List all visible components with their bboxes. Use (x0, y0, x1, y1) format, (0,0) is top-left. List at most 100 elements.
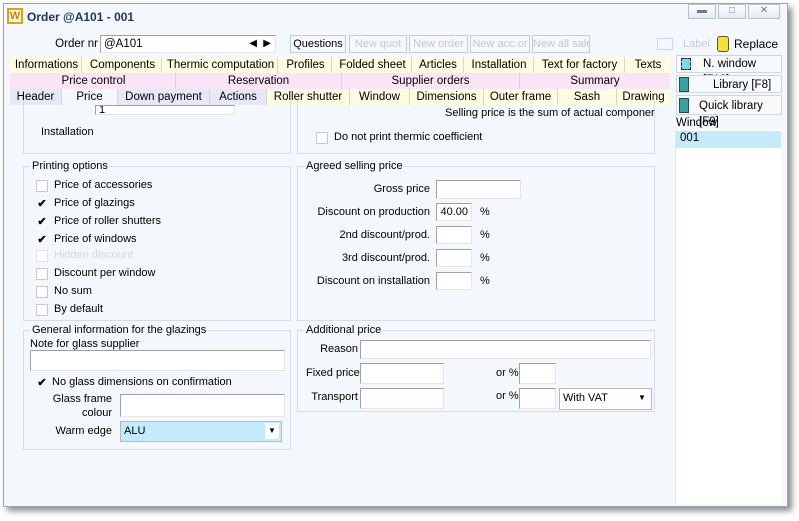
transport-label: Transport (311, 391, 358, 403)
printing-option-label: By default (54, 303, 103, 315)
printing-option-label: No sum (54, 285, 92, 297)
replace-button[interactable]: Replace (734, 37, 778, 51)
printing-option-checkbox[interactable] (36, 286, 48, 298)
printing-option-checkbox[interactable]: ✔ (36, 234, 48, 246)
agreed-selling-price-title: Agreed selling price (304, 160, 405, 172)
printing-option-label: Price of accessories (54, 179, 153, 191)
partial-combo[interactable]: 1 (95, 105, 235, 115)
quick-library-icon (679, 98, 689, 113)
questions-button[interactable]: Questions (290, 35, 346, 53)
app-icon: W (7, 8, 23, 24)
tab-folded-sheet[interactable]: Folded sheet (334, 57, 412, 73)
warm-edge-select[interactable]: ALU ▼ (120, 421, 282, 442)
printing-option-checkbox[interactable] (36, 250, 48, 262)
new-quot-button[interactable]: New quot (349, 35, 407, 53)
chevron-down-icon[interactable]: ▼ (635, 390, 649, 406)
new-window-icon (681, 58, 691, 70)
fixed-price-label: Fixed price (306, 367, 360, 379)
tab-price-control[interactable]: Price control (12, 73, 176, 89)
next-arrow-icon[interactable]: ▶ (263, 37, 271, 51)
glass-frame-colour-label-1: Glass frame (52, 393, 112, 405)
window-list-header: Window (676, 117, 717, 129)
previous-arrow-icon[interactable]: ◀ (249, 37, 257, 51)
printing-options-title: Printing options (30, 160, 110, 172)
discount-input[interactable] (436, 272, 472, 290)
tab-installation[interactable]: Installation (465, 57, 534, 73)
quick-library-button[interactable]: Quick library [F9] (676, 95, 782, 128)
printing-option-label: Price of windows (54, 233, 137, 245)
no-glass-dims-label: No glass dimensions on confirmation (52, 376, 232, 388)
percent-unit: % (480, 206, 490, 218)
window-list-item[interactable]: 001 (676, 131, 781, 148)
tab-supplier-orders[interactable]: Supplier orders (342, 73, 520, 89)
selling-sum-label[interactable]: Selling price is the sum of actual compo… (445, 107, 655, 119)
percent-unit: % (480, 275, 490, 287)
printing-option-checkbox[interactable] (36, 304, 48, 316)
tab-informations[interactable]: Informations (12, 57, 82, 73)
printing-option-checkbox[interactable]: ✔ (36, 198, 48, 210)
glazing-info-title: General information for the glazings (30, 324, 209, 336)
printing-option-label: Price of glazings (54, 197, 135, 209)
replace-icon (717, 36, 729, 52)
discount-input[interactable] (436, 249, 472, 267)
discount-label: Discount on installation (316, 275, 430, 287)
fixed-percent-input[interactable] (519, 363, 556, 384)
tab-articles[interactable]: Articles (413, 57, 464, 73)
tab-summary[interactable]: Summary (520, 73, 670, 89)
tab-thermic-computation[interactable]: Thermic computation (164, 57, 278, 73)
fixed-price-input[interactable] (360, 363, 444, 384)
vat-select[interactable]: With VAT ▼ (559, 388, 652, 410)
printing-option-label: Discount per window (54, 267, 156, 279)
transport-percent-input[interactable] (519, 388, 556, 409)
tab-text-for-factory[interactable]: Text for factory (535, 57, 625, 73)
printing-option-label: Hidden discount (54, 249, 133, 261)
window-list (675, 130, 782, 504)
label-icon (657, 38, 673, 50)
tab-texts[interactable]: Texts (626, 57, 670, 73)
gross-price-input[interactable] (436, 180, 521, 199)
reason-input[interactable] (360, 340, 651, 359)
printing-option-checkbox[interactable]: ✔ (36, 216, 48, 228)
warm-edge-label: Warm edge (55, 425, 112, 437)
transport-input[interactable] (360, 388, 444, 409)
window-title: Order @A101 - 001 (27, 10, 135, 24)
restore-button[interactable]: □ (718, 4, 746, 19)
glass-note-label: Note for glass supplier (30, 338, 140, 350)
discount-label: Discount on production (317, 206, 430, 218)
minimize-button[interactable]: ▬ (688, 4, 716, 19)
discount-label: 2nd discount/prod. (339, 229, 430, 241)
transport-or-percent-label: or % (496, 390, 519, 402)
new-acc-order-button[interactable]: New acc.or (470, 35, 530, 53)
new-all-sale-button[interactable]: New all sale (532, 35, 590, 53)
installation-label: Installation (41, 126, 94, 138)
discount-label: 3rd discount/prod. (341, 252, 430, 264)
tab-components[interactable]: Components (84, 57, 162, 73)
close-button[interactable]: ✕ (748, 4, 780, 19)
printing-option-label: Price of roller shutters (54, 215, 161, 227)
gross-price-label: Gross price (373, 183, 430, 195)
glass-frame-colour-label-2: colour (82, 407, 112, 419)
discount-input[interactable]: 40.00 (436, 203, 472, 221)
no-glass-dims-checkbox[interactable]: ✔ (36, 377, 48, 389)
reason-label: Reason (320, 343, 358, 355)
percent-unit: % (480, 229, 490, 241)
fixed-or-percent-label: or % (496, 367, 519, 379)
printing-option-checkbox[interactable] (36, 180, 48, 192)
tab-profiles[interactable]: Profiles (280, 57, 332, 73)
glass-note-input[interactable] (30, 350, 285, 371)
additional-price-title: Additional price (304, 324, 384, 336)
discount-input[interactable] (436, 226, 472, 244)
label-button[interactable]: Label (683, 38, 710, 50)
no-thermic-checkbox[interactable] (316, 132, 328, 144)
order-nr-input[interactable]: @A101 ◀ ▶ (100, 35, 276, 53)
tab-reservation[interactable]: Reservation (176, 73, 342, 89)
printing-option-checkbox[interactable] (36, 268, 48, 280)
new-window-button[interactable]: N. window [F12] (676, 55, 782, 86)
percent-unit: % (480, 252, 490, 264)
library-button[interactable]: Library [F8] (676, 75, 782, 93)
new-order-button[interactable]: New order (409, 35, 468, 53)
library-icon (679, 77, 689, 92)
no-thermic-label: Do not print thermic coefficient (334, 131, 483, 143)
chevron-down-icon[interactable]: ▼ (265, 423, 279, 439)
glass-frame-colour-input[interactable] (120, 394, 285, 417)
